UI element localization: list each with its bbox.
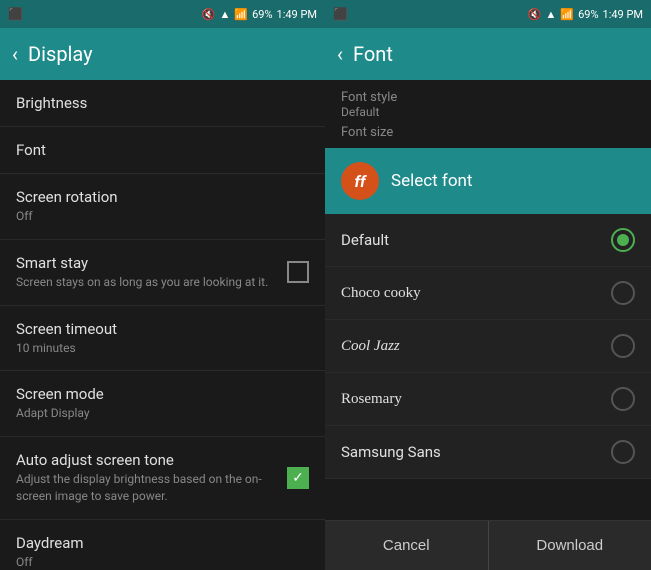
right-mute-icon: 🔇 [528,8,542,21]
right-battery-text: 69% [578,8,598,21]
left-panel: ⬛ 🔇 ▲ 📶 69% 1:49 PM ‹ Display Brightness… [0,0,325,570]
brightness-title: Brightness [16,94,309,112]
select-font-dialog: ff Select font Default Choco cooky Cool … [325,148,651,570]
font-size-label: Font size [341,125,635,140]
screen-mode-subtitle: Adapt Display [16,405,309,422]
screen-rotation-item[interactable]: Screen rotation Off [0,174,325,240]
font-back-button[interactable]: ‹ [337,42,343,66]
page-title: Display [28,42,93,66]
font-icon-text: ff [354,172,365,191]
time-display: 1:49 PM [277,8,317,21]
right-wifi-icon: ▲ [546,8,557,21]
right-panel: ⬛ 🔇 ▲ 📶 69% 1:49 PM ‹ Font Font style De… [325,0,651,570]
right-status-icons: ⬛ [333,7,348,21]
battery-text: 69% [252,8,272,21]
font-app-icon: ff [341,162,379,200]
auto-adjust-title: Auto adjust screen tone [16,451,287,469]
left-status-icons: ⬛ [8,7,23,21]
signal-icon: 📶 [234,8,248,21]
screen-timeout-item[interactable]: Screen timeout 10 minutes [0,306,325,372]
screenshot-icon: ⬛ [8,7,23,21]
daydream-item[interactable]: Daydream Off [0,520,325,570]
auto-adjust-subtitle: Adjust the display brightness based on t… [16,471,287,505]
mute-icon: 🔇 [202,8,216,21]
font-option-cool-jazz[interactable]: Cool Jazz [325,320,651,373]
font-settings-header: Font style Default Font size [325,80,651,148]
smart-stay-subtitle: Screen stays on as long as you are looki… [16,274,287,291]
select-font-title: Select font [391,171,473,191]
choco-font-label: Choco cooky [341,285,421,302]
auto-adjust-item[interactable]: Auto adjust screen tone Adjust the displ… [0,437,325,520]
back-button[interactable]: ‹ [12,42,18,66]
cool-jazz-font-label: Cool Jazz [341,338,400,355]
download-button[interactable]: Download [489,521,651,570]
settings-list: Brightness Font Screen rotation Off Smar… [0,80,325,570]
auto-adjust-checkbox[interactable]: ✓ [287,467,309,489]
choco-radio[interactable] [611,281,635,305]
rosemary-radio[interactable] [611,387,635,411]
right-toolbar: ‹ Font [325,28,651,80]
wifi-icon: ▲ [220,8,231,21]
font-item[interactable]: Font [0,127,325,174]
daydream-title: Daydream [16,534,309,552]
screen-mode-title: Screen mode [16,385,309,403]
font-page-title: Font [353,42,393,66]
samsung-sans-radio[interactable] [611,440,635,464]
radio-dot-default [617,234,629,246]
right-screenshot-icon: ⬛ [333,7,348,21]
font-option-choco[interactable]: Choco cooky [325,267,651,320]
daydream-subtitle: Off [16,554,309,570]
brightness-item[interactable]: Brightness [0,80,325,127]
smart-stay-item[interactable]: Smart stay Screen stays on as long as yo… [0,240,325,306]
left-status-bar: ⬛ 🔇 ▲ 📶 69% 1:49 PM [0,0,325,28]
right-status-bar: ⬛ 🔇 ▲ 📶 69% 1:49 PM [325,0,651,28]
font-style-value: Default [341,105,635,119]
dialog-buttons: Cancel Download [325,520,651,570]
select-font-header: ff Select font [325,148,651,214]
default-radio[interactable] [611,228,635,252]
font-option-default[interactable]: Default [325,214,651,267]
checkmark-icon: ✓ [292,470,304,486]
rosemary-font-label: Rosemary [341,391,402,408]
font-style-label: Font style [341,90,635,105]
screen-mode-item[interactable]: Screen mode Adapt Display [0,371,325,437]
right-signal-icon: 📶 [560,8,574,21]
cancel-button[interactable]: Cancel [325,521,489,570]
screen-rotation-subtitle: Off [16,208,309,225]
right-time-display: 1:49 PM [603,8,643,21]
cool-jazz-radio[interactable] [611,334,635,358]
font-option-samsung-sans[interactable]: Samsung Sans [325,426,651,479]
screen-rotation-title: Screen rotation [16,188,309,206]
smart-stay-checkbox[interactable] [287,261,309,283]
left-toolbar: ‹ Display [0,28,325,80]
font-title: Font [16,141,309,159]
smart-stay-title: Smart stay [16,254,287,272]
screen-timeout-subtitle: 10 minutes [16,340,309,357]
right-status-right: 🔇 ▲ 📶 69% 1:49 PM [528,8,643,21]
default-font-label: Default [341,231,389,249]
screen-timeout-title: Screen timeout [16,320,309,338]
left-status-right: 🔇 ▲ 📶 69% 1:49 PM [202,8,317,21]
samsung-sans-font-label: Samsung Sans [341,443,441,461]
font-option-rosemary[interactable]: Rosemary [325,373,651,426]
